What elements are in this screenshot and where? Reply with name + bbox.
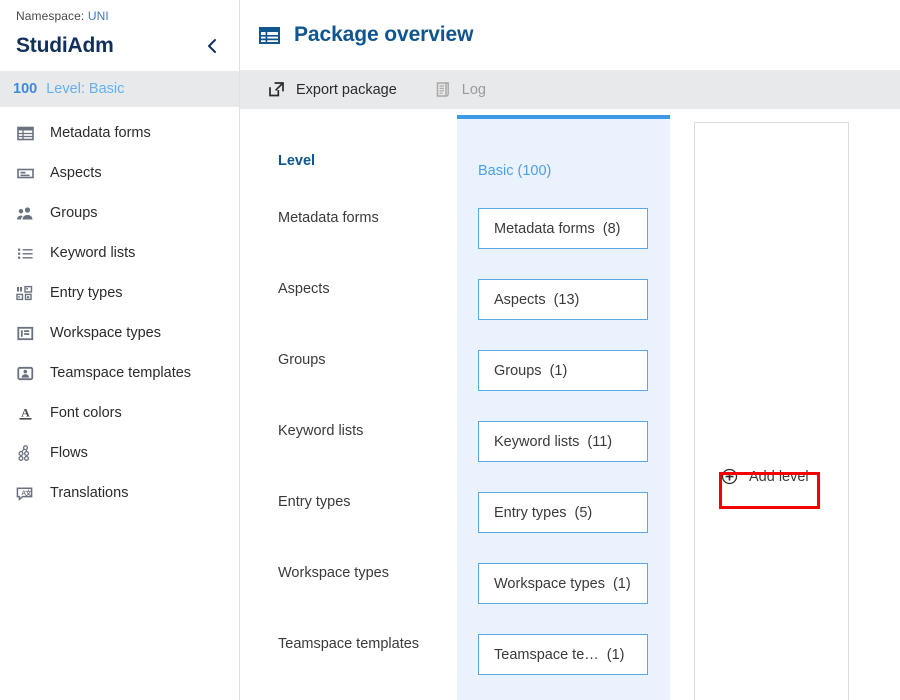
- document-log-icon: [433, 80, 452, 99]
- sidebar-level-badge[interactable]: 100 Level: Basic: [0, 71, 239, 107]
- card-entry-types[interactable]: Entry types (5): [478, 492, 648, 533]
- card-name: Entry types: [494, 504, 567, 521]
- card-count: (1): [606, 646, 625, 663]
- form-field-icon: [15, 163, 35, 183]
- chevron-left-icon[interactable]: [201, 35, 223, 57]
- card-count: (8): [602, 220, 621, 237]
- sidebar-item-label: Translations: [50, 485, 129, 501]
- log-button: Log: [429, 70, 490, 109]
- row-label-metadata-forms: Metadata forms: [278, 210, 379, 226]
- sidebar-item-label: Keyword lists: [50, 245, 136, 261]
- namespace-label: Namespace:: [16, 9, 85, 23]
- card-metadata-forms[interactable]: Metadata forms (8): [478, 208, 648, 249]
- card-name: Aspects: [494, 291, 546, 308]
- sidebar-item-groups[interactable]: Groups: [0, 193, 239, 233]
- level-column-basic: Basic (100) Metadata forms (8) Aspects (…: [457, 115, 670, 700]
- add-level-button[interactable]: Add level: [715, 464, 815, 489]
- translations-icon: A文: [15, 483, 35, 503]
- log-label: Log: [461, 81, 486, 98]
- card-teamspace-templates[interactable]: Teamspace te… (1): [478, 634, 648, 675]
- card-workspace-types[interactable]: Workspace types (1): [478, 563, 648, 604]
- sidebar-item-label: Workspace types: [50, 325, 161, 341]
- sidebar-item-label: Aspects: [50, 165, 102, 181]
- table-grid-icon: [15, 123, 35, 143]
- card-groups[interactable]: Groups (1): [478, 350, 648, 391]
- package-board: Level Metadata forms Aspects Groups Keyw…: [240, 109, 900, 700]
- level-label: Level: Basic: [46, 81, 125, 97]
- sidebar-item-label: Metadata forms: [50, 125, 151, 141]
- brand-title: StudiAdm: [16, 34, 114, 57]
- export-package-button[interactable]: Export package: [263, 70, 401, 109]
- card-count: (11): [587, 433, 613, 450]
- sidebar-item-workspace-types[interactable]: Workspace types: [0, 313, 239, 353]
- sidebar-item-metadata-forms[interactable]: Metadata forms: [0, 113, 239, 153]
- card-name: Keyword lists: [494, 433, 580, 450]
- row-label-teamspace-templates: Teamspace templates: [278, 636, 420, 652]
- card-count: (13): [553, 291, 580, 308]
- card-aspects[interactable]: Aspects (13): [478, 279, 648, 320]
- sidebar-nav: Metadata forms Aspects Groups Keyword li…: [0, 107, 239, 513]
- sidebar-item-label: Font colors: [50, 405, 122, 421]
- app-root: Namespace: UNI StudiAdm 100 Level: Basic…: [0, 0, 900, 700]
- sidebar-item-teamspace-templates[interactable]: Teamspace templates: [0, 353, 239, 393]
- workspace-icon: [15, 323, 35, 343]
- page-title: Package overview: [294, 23, 474, 46]
- sidebar-item-translations[interactable]: A文 Translations: [0, 473, 239, 513]
- level-column-accent-bar: [457, 115, 670, 119]
- page-header: Package overview: [240, 0, 900, 70]
- sidebar-item-label: Entry types: [50, 285, 123, 301]
- card-name: Groups: [494, 362, 542, 379]
- table-grid-icon: [257, 23, 281, 47]
- namespace-value: UNI: [87, 9, 109, 23]
- flow-nodes-icon: [15, 443, 35, 463]
- sidebar-item-entry-types[interactable]: Entry types: [0, 273, 239, 313]
- card-name: Metadata forms: [494, 220, 595, 237]
- sidebar-item-flows[interactable]: Flows: [0, 433, 239, 473]
- toolbar: Export package Log: [240, 70, 900, 109]
- external-link-icon: [267, 80, 286, 99]
- main-content: Package overview Export package Log Leve…: [240, 0, 900, 700]
- row-label-workspace-types: Workspace types: [278, 565, 389, 581]
- sidebar: Namespace: UNI StudiAdm 100 Level: Basic…: [0, 0, 240, 700]
- level-number: 100: [13, 81, 38, 97]
- card-count: (5): [574, 504, 593, 521]
- svg-text:文: 文: [24, 488, 32, 497]
- namespace-row: Namespace: UNI: [0, 0, 239, 23]
- teamspace-icon: [15, 363, 35, 383]
- export-package-label: Export package: [296, 81, 397, 98]
- font-color-icon: A: [15, 403, 35, 423]
- card-keyword-lists[interactable]: Keyword lists (11): [478, 421, 648, 462]
- entry-types-icon: [15, 283, 35, 303]
- brand-row: StudiAdm: [0, 23, 239, 65]
- sidebar-item-aspects[interactable]: Aspects: [0, 153, 239, 193]
- card-name: Workspace types: [494, 575, 605, 592]
- sidebar-item-font-colors[interactable]: A Font colors: [0, 393, 239, 433]
- row-label-aspects: Aspects: [278, 281, 330, 297]
- svg-text:A: A: [21, 405, 30, 419]
- sidebar-item-keyword-lists[interactable]: Keyword lists: [0, 233, 239, 273]
- row-label-keyword-lists: Keyword lists: [278, 423, 364, 439]
- sidebar-item-label: Groups: [50, 205, 98, 221]
- sidebar-item-label: Teamspace templates: [50, 365, 192, 381]
- card-count: (1): [549, 362, 568, 379]
- bullet-list-icon: [15, 243, 35, 263]
- row-label-groups: Groups: [278, 352, 326, 368]
- row-label-entry-types: Entry types: [278, 494, 351, 510]
- add-level-label: Add level: [749, 468, 809, 485]
- sidebar-item-label: Flows: [50, 445, 88, 461]
- people-icon: [15, 203, 35, 223]
- card-name: Teamspace te…: [494, 646, 599, 663]
- level-column-title: Basic (100): [478, 163, 552, 179]
- add-level-column: Add level: [694, 122, 849, 700]
- card-count: (1): [612, 575, 631, 592]
- row-label-level: Level: [278, 153, 316, 169]
- plus-circle-icon: [721, 468, 738, 485]
